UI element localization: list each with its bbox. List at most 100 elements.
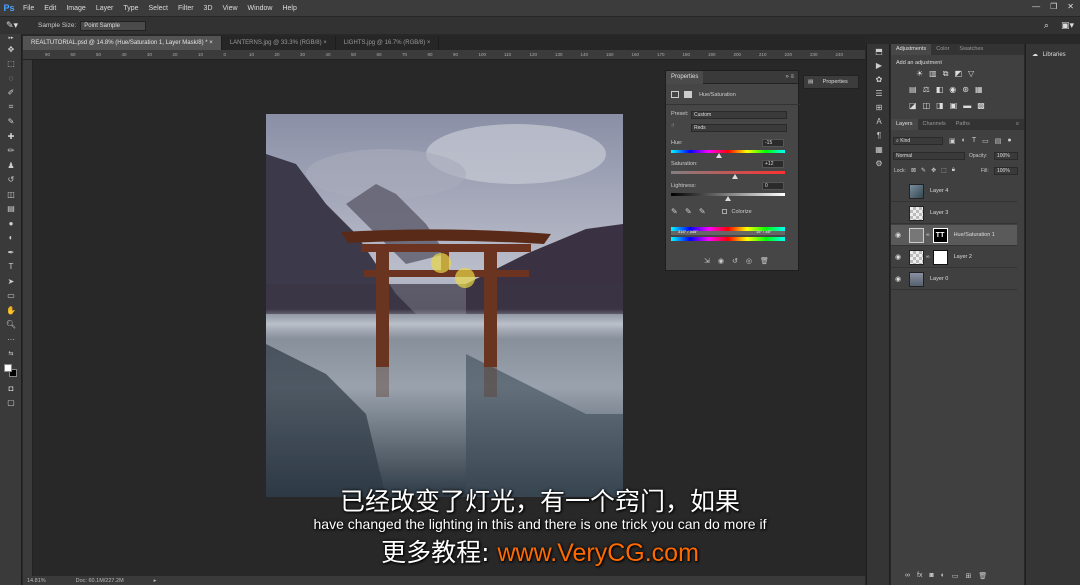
selective-color-icon[interactable]: ▣ bbox=[950, 101, 958, 110]
brush-tool-icon[interactable]: ✏ bbox=[0, 144, 22, 159]
layer-comps-icon[interactable]: ▦ bbox=[867, 142, 891, 156]
eye-icon[interactable]: ◉ bbox=[891, 231, 905, 239]
filter-shape-icon[interactable]: ▭ bbox=[982, 137, 989, 145]
channel-mixer-icon[interactable]: ⊛ bbox=[962, 85, 969, 94]
layer-row-layer-4[interactable]: Layer 4 bbox=[891, 181, 1017, 202]
dodge-tool-icon[interactable]: ◐ bbox=[0, 231, 22, 246]
new-adjustment-icon[interactable]: ◐ bbox=[941, 572, 945, 580]
tab-lights[interactable]: LIGHTS.jpg @ 16.7% (RGB/8) × bbox=[336, 36, 440, 50]
search-icon[interactable]: ⌕ bbox=[1044, 20, 1049, 31]
adjust-sliders-icon[interactable]: ☰ bbox=[867, 86, 891, 100]
tab-layers[interactable]: Layers bbox=[891, 119, 918, 130]
vibrance-icon[interactable]: ▽ bbox=[968, 69, 974, 79]
properties-dock-button[interactable]: ▤ Properties bbox=[803, 75, 859, 89]
opacity-input[interactable]: 100% bbox=[994, 152, 1018, 160]
menu-edit[interactable]: Edit bbox=[39, 5, 61, 12]
lightness-slider-thumb[interactable] bbox=[725, 196, 731, 201]
tab-paths[interactable]: Paths bbox=[951, 119, 975, 130]
paragraph-icon[interactable]: ⊞ bbox=[867, 100, 891, 114]
color-balance-icon[interactable]: ⚖ bbox=[923, 85, 930, 94]
eraser-tool-icon[interactable]: ◫ bbox=[0, 187, 22, 202]
maximize-button[interactable]: ❐ bbox=[1050, 2, 1057, 11]
hue-slider-thumb[interactable] bbox=[716, 153, 722, 158]
filter-pixel-icon[interactable]: ▣ bbox=[949, 137, 956, 145]
filter-smart-icon[interactable]: ▤ bbox=[995, 137, 1002, 145]
menu-select[interactable]: Select bbox=[144, 5, 173, 12]
tool-presets-icon[interactable]: ⚙ bbox=[867, 156, 891, 170]
color-swatches[interactable] bbox=[0, 361, 22, 381]
lock-position-icon[interactable]: ✥ bbox=[931, 167, 936, 174]
blur-tool-icon[interactable]: ● bbox=[0, 216, 22, 231]
paragraph-mark-icon[interactable]: ¶ bbox=[867, 128, 891, 142]
clip-to-layer-icon[interactable]: ⇲ bbox=[704, 257, 710, 265]
preset-select[interactable]: Custom bbox=[691, 111, 787, 119]
sample-size-select[interactable]: Point Sample bbox=[80, 20, 147, 31]
pen-tool-icon[interactable]: ✒ bbox=[0, 245, 22, 260]
layer-mask-thumbnail[interactable] bbox=[932, 249, 948, 265]
close-window-button[interactable]: ✕ bbox=[1067, 2, 1074, 11]
hue-sat-icon[interactable]: ▤ bbox=[909, 85, 917, 94]
zoom-level[interactable]: 14.81% bbox=[27, 578, 46, 584]
curves-icon[interactable]: ⧉ bbox=[943, 69, 949, 79]
menu-3d[interactable]: 3D bbox=[199, 5, 218, 12]
properties-tab[interactable]: Properties bbox=[666, 70, 704, 84]
mask-icon[interactable] bbox=[683, 91, 692, 98]
tab-lanterns[interactable]: LANTERNS.jpg @ 33.3% (RGB/8) × bbox=[222, 36, 336, 50]
history-brush-tool-icon[interactable]: ↺ bbox=[0, 173, 22, 188]
layer-row-hue-saturation-1[interactable]: ◉ ∞ TT Hue/Saturation 1 bbox=[891, 225, 1017, 246]
close-tab-icon[interactable]: × bbox=[323, 40, 327, 46]
delete-icon[interactable]: 🗑︎ bbox=[760, 257, 769, 265]
tab-channels[interactable]: Channels bbox=[918, 119, 951, 130]
tab-swatches[interactable]: Swatches bbox=[954, 44, 988, 55]
menu-layer[interactable]: Layer bbox=[91, 5, 119, 12]
history-icon[interactable]: ⬒ bbox=[867, 44, 891, 58]
path-select-tool-icon[interactable]: ➤ bbox=[0, 274, 22, 289]
tab-realtutorial[interactable]: REALTUTORIAL.psd @ 14.8% (Hue/Saturation… bbox=[23, 36, 222, 50]
quick-select-tool-icon[interactable]: ✐ bbox=[0, 86, 22, 101]
reset-icon[interactable]: ↺ bbox=[732, 257, 738, 265]
close-tab-icon[interactable]: × bbox=[427, 40, 431, 46]
posterize-icon[interactable]: ◫ bbox=[923, 101, 931, 110]
lasso-tool-icon[interactable]: ◌ bbox=[0, 71, 22, 86]
layer-row-layer-3[interactable]: Layer 3 bbox=[891, 203, 1017, 224]
zoom-tool-icon[interactable]: 🔍︎ bbox=[0, 318, 22, 333]
crop-tool-icon[interactable]: ⌗ bbox=[0, 100, 22, 115]
new-group-icon[interactable]: ▭ bbox=[952, 572, 959, 580]
clone-stamp-tool-icon[interactable]: ♟ bbox=[0, 158, 22, 173]
link-icon[interactable]: ∞ bbox=[926, 232, 930, 238]
menu-view[interactable]: View bbox=[218, 5, 243, 12]
fx-icon[interactable]: fx bbox=[917, 572, 922, 580]
gradient-tool-icon[interactable]: ▤ bbox=[0, 202, 22, 217]
minimize-button[interactable]: — bbox=[1032, 2, 1040, 11]
menu-type[interactable]: Type bbox=[118, 5, 143, 12]
type-tool-icon[interactable]: T bbox=[0, 260, 22, 275]
trash-icon[interactable]: 🗑︎ bbox=[978, 572, 987, 580]
tab-color[interactable]: Color bbox=[931, 44, 954, 55]
lock-pixels-icon[interactable]: ✎ bbox=[921, 167, 926, 174]
tab-adjustments[interactable]: Adjustments bbox=[891, 44, 932, 55]
screen-mode-icon[interactable]: ▢ bbox=[0, 396, 22, 411]
gradient-map-icon[interactable]: ▬ bbox=[963, 101, 971, 110]
colorize-checkbox[interactable] bbox=[722, 209, 727, 215]
saturation-input[interactable]: +12 bbox=[762, 160, 784, 168]
selective-icon[interactable]: ▩ bbox=[977, 101, 985, 110]
eyedropper-icon[interactable]: ✎ bbox=[671, 207, 678, 216]
menu-file[interactable]: File bbox=[18, 5, 39, 12]
lightness-input[interactable]: 0 bbox=[762, 182, 784, 190]
bw-icon[interactable]: ◧ bbox=[936, 85, 944, 94]
hue-input[interactable]: -15 bbox=[762, 139, 784, 147]
lock-artboard-icon[interactable]: ⬚ bbox=[941, 167, 947, 174]
panel-menu-icon[interactable]: » ≡ bbox=[785, 74, 794, 80]
brush-presets-icon[interactable]: ✿ bbox=[867, 72, 891, 86]
layer-row-layer-2[interactable]: ◉ ∞ Layer 2 bbox=[891, 247, 1017, 268]
filter-toggle-icon[interactable]: ● bbox=[1007, 137, 1011, 145]
layers-menu-icon[interactable]: ≡ bbox=[1011, 119, 1024, 130]
targeted-adjust-icon[interactable]: ☝ bbox=[671, 123, 674, 129]
document-image[interactable] bbox=[266, 114, 623, 497]
healing-tool-icon[interactable]: ✚ bbox=[0, 129, 22, 144]
saturation-slider-thumb[interactable] bbox=[732, 174, 738, 179]
color-lookup-icon[interactable]: ▦ bbox=[975, 85, 983, 94]
menu-filter[interactable]: Filter bbox=[173, 5, 199, 12]
hand-tool-icon[interactable]: ✋ bbox=[0, 303, 22, 318]
swap-colors-icon[interactable]: ⇆ bbox=[0, 347, 22, 362]
